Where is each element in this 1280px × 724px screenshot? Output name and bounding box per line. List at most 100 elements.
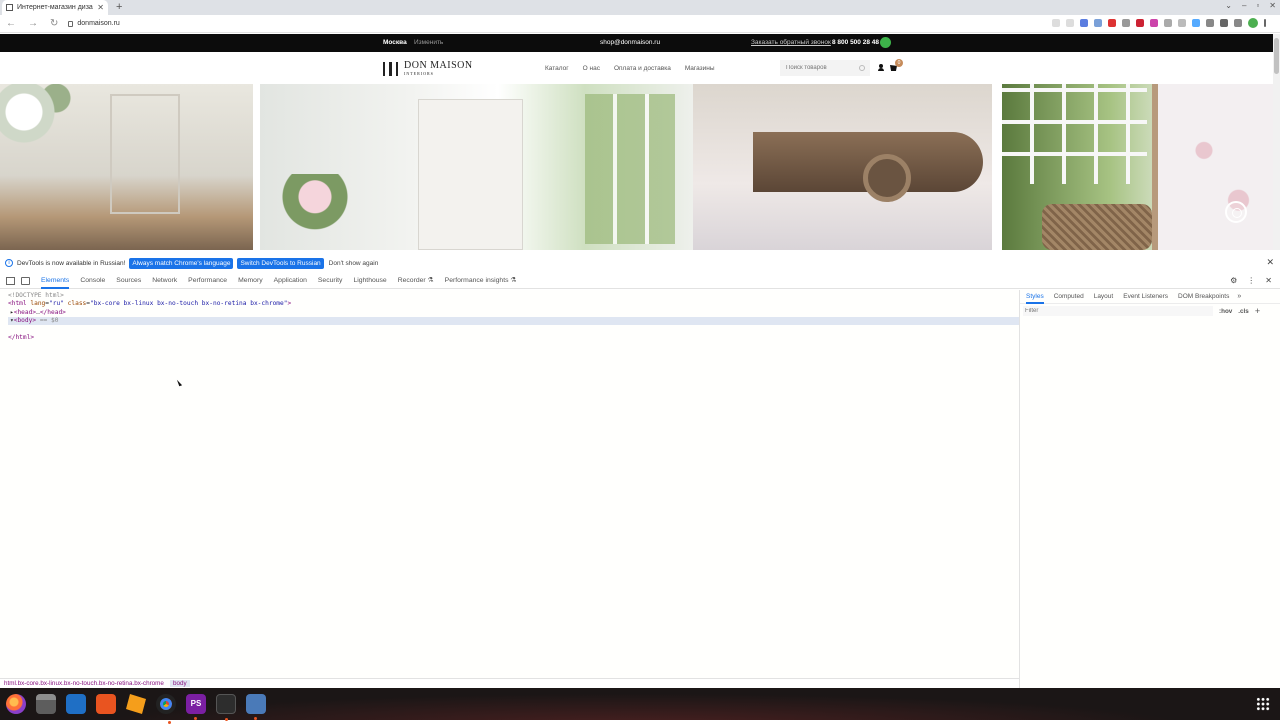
search-icon[interactable]: [859, 65, 865, 71]
phone-link[interactable]: 8 800 500 28 48: [832, 39, 879, 46]
dom-head-node[interactable]: ▸<head>…</head>: [10, 309, 66, 316]
close-devtools-icon[interactable]: ✕: [1265, 276, 1272, 285]
tab-elements[interactable]: Elements: [41, 273, 70, 289]
extensions-bar: [1052, 18, 1266, 28]
match-language-button[interactable]: Always match Chrome's language: [129, 257, 234, 269]
minimize-icon[interactable]: –: [1242, 1, 1246, 10]
extension-icon[interactable]: [1094, 19, 1102, 27]
dom-html-node[interactable]: <html lang="ru" class="bx-core bx-linux …: [8, 300, 291, 307]
menu-item-stores[interactable]: Магазины: [685, 65, 715, 72]
menu-item-catalog[interactable]: Каталог: [545, 65, 569, 72]
close-infobar-icon[interactable]: ✕: [1266, 257, 1274, 268]
extension-icon[interactable]: [1178, 19, 1186, 27]
logo-subtitle: INTERIORS: [404, 71, 434, 76]
tab-sources[interactable]: Sources: [116, 273, 141, 289]
share-icon[interactable]: [1052, 19, 1060, 27]
switch-language-button[interactable]: Switch DevTools to Russian: [237, 257, 324, 269]
tab-search-icon[interactable]: ⌄: [1225, 1, 1232, 10]
extension-icon[interactable]: [1108, 19, 1116, 27]
tab-layout[interactable]: Layout: [1094, 293, 1114, 300]
extension-icon[interactable]: [1206, 19, 1214, 27]
hover-state-toggle[interactable]: :hov: [1219, 308, 1232, 315]
dom-body-node[interactable]: ▾<body> == $0: [8, 317, 1019, 325]
page-scrollbar[interactable]: [1273, 34, 1280, 250]
search-input[interactable]: [780, 60, 870, 76]
hero-image-armchair[interactable]: [693, 84, 992, 250]
tab-network[interactable]: Network: [152, 273, 177, 289]
url-text[interactable]: donmaison.ru: [77, 20, 119, 27]
address-bar[interactable]: donmaison.ru: [68, 20, 120, 27]
browser-tab[interactable]: Интернет-магазин диза ✕: [2, 0, 108, 15]
class-toggle[interactable]: .cls: [1238, 308, 1249, 315]
tab-event-listeners[interactable]: Event Listeners: [1123, 293, 1168, 300]
extension-icon[interactable]: [1192, 19, 1200, 27]
tab-styles[interactable]: Styles: [1026, 290, 1044, 304]
whatsapp-icon[interactable]: [880, 37, 891, 48]
tab-application[interactable]: Application: [274, 273, 307, 289]
maximize-icon[interactable]: ▫: [1256, 1, 1259, 10]
extension-icon[interactable]: [1080, 19, 1088, 27]
files-icon[interactable]: [36, 694, 56, 714]
dom-doctype[interactable]: <!DOCTYPE html>: [8, 292, 64, 299]
inspect-element-icon[interactable]: [6, 276, 15, 285]
show-apps-icon[interactable]: [1256, 697, 1270, 711]
tab-performance[interactable]: Performance: [188, 273, 227, 289]
tab-memory[interactable]: Memory: [238, 273, 263, 289]
new-rule-icon[interactable]: +: [1255, 306, 1260, 316]
dont-show-again-button[interactable]: Don't show again: [329, 260, 379, 267]
puzzle-icon[interactable]: [1220, 19, 1228, 27]
email-link[interactable]: shop@donmaison.ru: [600, 39, 660, 46]
info-icon: i: [5, 259, 13, 267]
lock-icon[interactable]: [68, 20, 74, 27]
tab-recorder[interactable]: Recorder ⚗: [398, 273, 434, 289]
menu-item-about[interactable]: О нас: [583, 65, 600, 72]
extension-icon[interactable]: [1164, 19, 1172, 27]
settings-icon[interactable]: [246, 694, 266, 720]
hero-image-dining[interactable]: [0, 84, 253, 250]
extension-icon[interactable]: [1122, 19, 1130, 27]
extension-icon[interactable]: [1136, 19, 1144, 27]
dom-html-close[interactable]: </html>: [8, 334, 34, 341]
firefox-icon[interactable]: [6, 694, 26, 714]
callback-link[interactable]: Заказать обратный звонок: [751, 39, 831, 46]
forward-icon[interactable]: →: [28, 18, 38, 29]
phpstorm-icon[interactable]: PS: [186, 694, 206, 720]
tab-lighthouse[interactable]: Lighthouse: [353, 273, 386, 289]
profile-avatar[interactable]: [1248, 18, 1258, 28]
site-logo[interactable]: DON MAISON INTERIORS: [383, 61, 473, 76]
menu-dots-icon[interactable]: [1264, 19, 1266, 27]
hero-image-chair[interactable]: [1002, 84, 1273, 250]
sublime-icon[interactable]: [126, 694, 146, 714]
breadcrumb-body[interactable]: body: [169, 680, 190, 687]
new-tab-icon[interactable]: +: [116, 1, 122, 13]
back-icon[interactable]: ←: [6, 18, 16, 29]
bookmark-star-icon[interactable]: [1066, 19, 1074, 27]
tab-computed[interactable]: Computed: [1054, 293, 1084, 300]
styles-filter-input[interactable]: [1023, 306, 1213, 316]
close-tab-icon[interactable]: ✕: [97, 3, 104, 12]
reload-icon[interactable]: ↻: [50, 18, 58, 29]
breadcrumb-html[interactable]: html.bx-core.bx-linux.bx-no-touch.bx-no-…: [4, 680, 164, 687]
more-options-icon[interactable]: ⋮: [1247, 276, 1255, 285]
device-toolbar-icon[interactable]: [21, 276, 30, 285]
whatsapp-float-icon[interactable]: [1225, 201, 1247, 223]
change-city-link[interactable]: Изменить: [414, 39, 443, 46]
hero-image-cabinet[interactable]: [260, 84, 693, 250]
sidepanel-icon[interactable]: [1234, 19, 1242, 27]
tab-performance-insights[interactable]: Performance insights ⚗: [445, 273, 517, 289]
menu-item-payment[interactable]: Оплата и доставка: [614, 65, 671, 72]
tab-security[interactable]: Security: [318, 273, 343, 289]
extension-icon[interactable]: [1150, 19, 1158, 27]
app-store-icon[interactable]: [96, 694, 116, 714]
devtools-tabbar: Elements Console Sources Network Perform…: [0, 273, 1280, 289]
elements-panel[interactable]: <!DOCTYPE html> <html lang="ru" class="b…: [0, 290, 1019, 678]
tab-console[interactable]: Console: [80, 273, 105, 289]
user-icon[interactable]: [878, 64, 884, 72]
close-window-icon[interactable]: ✕: [1269, 1, 1276, 10]
writer-icon[interactable]: [66, 694, 86, 714]
chrome-icon[interactable]: [156, 694, 176, 724]
tab-dom-breakpoints[interactable]: DOM Breakpoints: [1178, 293, 1229, 300]
more-tabs-icon[interactable]: »: [1237, 293, 1241, 300]
terminal-icon[interactable]: [216, 694, 236, 721]
settings-gear-icon[interactable]: ⚙: [1230, 276, 1237, 285]
